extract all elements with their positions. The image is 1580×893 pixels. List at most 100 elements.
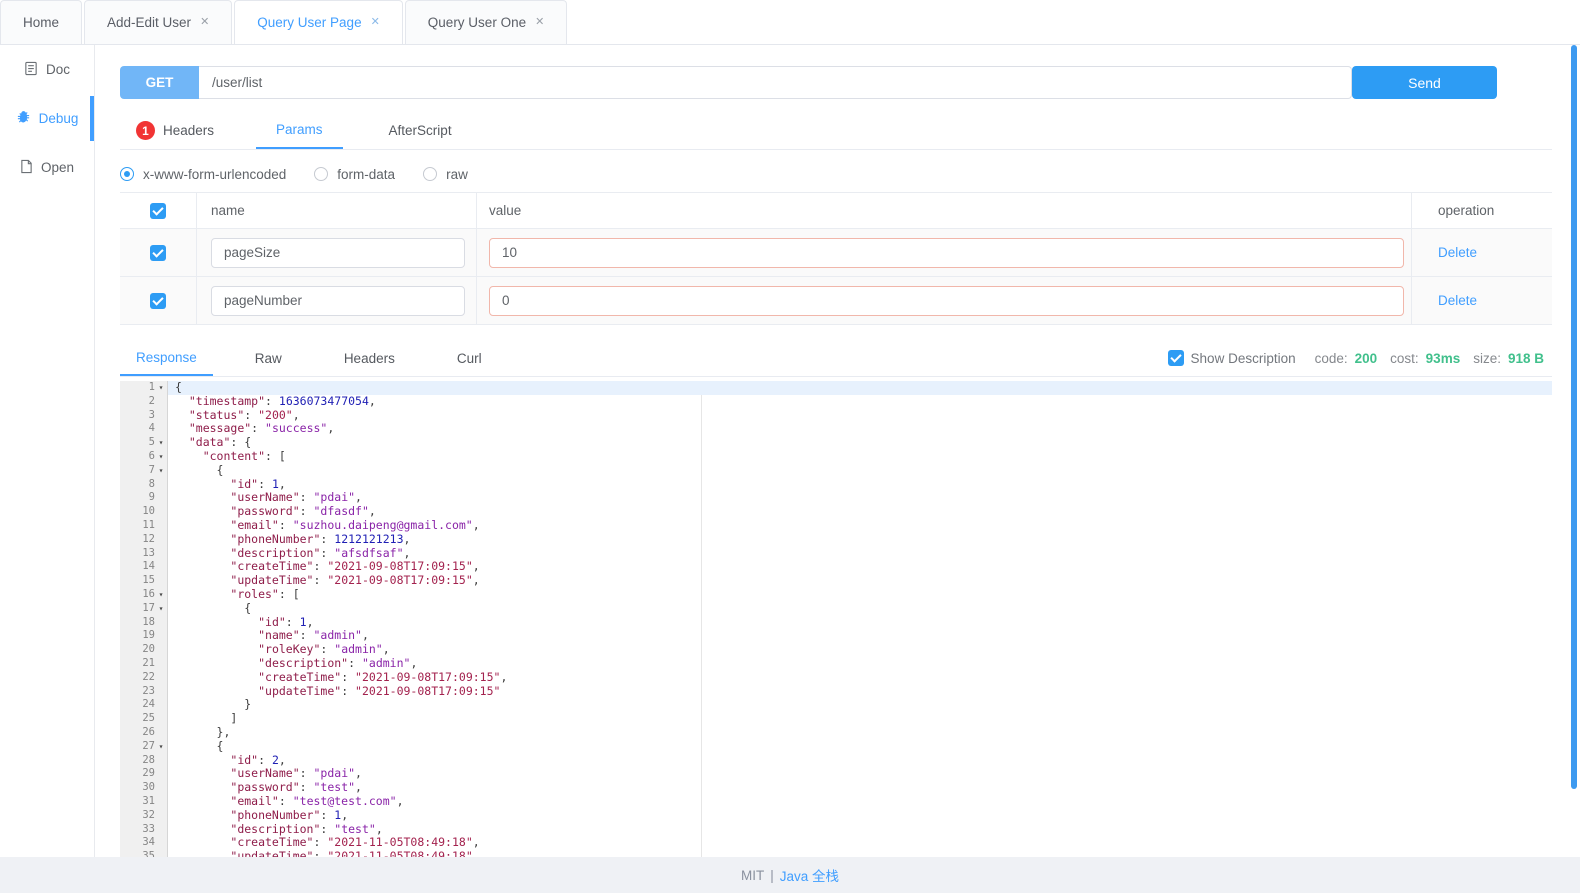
row-checkbox[interactable] xyxy=(150,293,166,309)
code-line[interactable]: 3 "status": "200", xyxy=(120,409,1552,423)
tab-params[interactable]: Params xyxy=(256,112,343,149)
sidebar-item-open[interactable]: Open xyxy=(0,143,94,192)
fold-arrow-icon[interactable]: ▾ xyxy=(155,450,167,464)
footer-separator: | xyxy=(770,868,774,883)
tab-label: Curl xyxy=(457,351,482,366)
close-icon[interactable]: ✕ xyxy=(371,17,380,28)
code-line[interactable]: 32 "phoneNumber": 1, xyxy=(120,809,1552,823)
line-number: 26 xyxy=(120,726,168,740)
code-line[interactable]: 7▾ { xyxy=(120,464,1552,478)
sidebar-item-doc[interactable]: Doc xyxy=(0,45,94,94)
code-line[interactable]: 13 "description": "afsdfsaf", xyxy=(120,547,1552,561)
code-line[interactable]: 27▾ { xyxy=(120,740,1552,754)
radio-raw[interactable]: raw xyxy=(423,167,468,182)
line-number: 29 xyxy=(120,767,168,781)
code-line[interactable]: 1▾{ xyxy=(120,381,1552,395)
code-line[interactable]: 6▾ "content": [ xyxy=(120,450,1552,464)
url-input[interactable] xyxy=(199,66,1352,99)
code-line[interactable]: 30 "password": "test", xyxy=(120,781,1552,795)
code-line[interactable]: 21 "description": "admin", xyxy=(120,657,1552,671)
tab-label: Response xyxy=(136,350,197,365)
tab-label: Headers xyxy=(344,351,395,366)
row-checkbox[interactable] xyxy=(150,245,166,261)
radio-icon xyxy=(120,167,134,181)
tab-add-edit-user[interactable]: Add-Edit User ✕ xyxy=(84,0,232,44)
tab-curl[interactable]: Curl xyxy=(437,340,502,376)
footer: MIT | Java 全栈 xyxy=(0,857,1580,893)
code-line[interactable]: 17▾ { xyxy=(120,602,1552,616)
tab-headers[interactable]: 1 Headers xyxy=(120,112,230,149)
code-line[interactable]: 23 "updateTime": "2021-09-08T17:09:15" xyxy=(120,685,1552,699)
line-number: 28 xyxy=(120,754,168,768)
fold-arrow-icon[interactable]: ▾ xyxy=(155,381,167,395)
select-all-checkbox[interactable] xyxy=(150,203,166,219)
code-line[interactable]: 35 "updateTime": "2021-11-05T08:49:18", xyxy=(120,850,1552,857)
code-line[interactable]: 16▾ "roles": [ xyxy=(120,588,1552,602)
tab-response[interactable]: Response xyxy=(120,340,213,376)
close-icon[interactable]: ✕ xyxy=(535,17,544,28)
fold-arrow-icon[interactable]: ▾ xyxy=(155,740,167,754)
status-code: 200 xyxy=(1355,351,1378,366)
sidebar: Doc Debug Open xyxy=(0,45,95,857)
show-description-checkbox[interactable] xyxy=(1168,350,1184,366)
code-line[interactable]: 33 "description": "test", xyxy=(120,823,1552,837)
code-line[interactable]: 31 "email": "test@test.com", xyxy=(120,795,1552,809)
tab-label: Query User One xyxy=(428,15,526,30)
scrollbar-thumb[interactable] xyxy=(1571,45,1577,789)
code-line[interactable]: 19 "name": "admin", xyxy=(120,629,1552,643)
fold-arrow-icon[interactable]: ▾ xyxy=(155,436,167,450)
code-line[interactable]: 24 } xyxy=(120,698,1552,712)
line-number: 5▾ xyxy=(120,436,168,450)
line-number: 13 xyxy=(120,547,168,561)
delete-button[interactable]: Delete xyxy=(1438,293,1477,308)
method-select[interactable]: GET xyxy=(120,66,199,99)
param-value-input[interactable] xyxy=(489,238,1404,268)
code-line[interactable]: 9 "userName": "pdai", xyxy=(120,491,1552,505)
code-line[interactable]: 22 "createTime": "2021-09-08T17:09:15", xyxy=(120,671,1552,685)
code-line[interactable]: 15 "updateTime": "2021-09-08T17:09:15", xyxy=(120,574,1552,588)
response-json-editor[interactable]: 1▾{2 "timestamp": 1636073477054,3 "statu… xyxy=(120,381,1552,857)
code-line[interactable]: 2 "timestamp": 1636073477054, xyxy=(120,395,1552,409)
code-line[interactable]: 11 "email": "suzhou.daipeng@gmail.com", xyxy=(120,519,1552,533)
fold-arrow-icon[interactable]: ▾ xyxy=(155,464,167,478)
tab-label: Home xyxy=(23,15,59,30)
code-label: code: xyxy=(1315,351,1348,366)
code-line[interactable]: 28 "id": 2, xyxy=(120,754,1552,768)
close-icon[interactable]: ✕ xyxy=(200,17,209,28)
fold-arrow-icon[interactable]: ▾ xyxy=(155,602,167,616)
code-line[interactable]: 4 "message": "success", xyxy=(120,422,1552,436)
code-line[interactable]: 25 ] xyxy=(120,712,1552,726)
code-line[interactable]: 29 "userName": "pdai", xyxy=(120,767,1552,781)
code-line[interactable]: 5▾ "data": { xyxy=(120,436,1552,450)
line-number: 35 xyxy=(120,850,168,857)
code-line[interactable]: 20 "roleKey": "admin", xyxy=(120,643,1552,657)
line-number: 24 xyxy=(120,698,168,712)
code-line[interactable]: 8 "id": 1, xyxy=(120,478,1552,492)
code-line[interactable]: 12 "phoneNumber": 1212121213, xyxy=(120,533,1552,547)
param-name-input[interactable] xyxy=(211,286,465,316)
param-value-input[interactable] xyxy=(489,286,1404,316)
radio-form-data[interactable]: form-data xyxy=(314,167,395,182)
code-line[interactable]: 26 }, xyxy=(120,726,1552,740)
size-label: size: xyxy=(1473,351,1501,366)
send-button[interactable]: Send xyxy=(1352,66,1497,99)
tab-raw[interactable]: Raw xyxy=(235,340,302,376)
tab-home[interactable]: Home xyxy=(0,0,82,44)
code-line[interactable]: 18 "id": 1, xyxy=(120,616,1552,630)
fold-arrow-icon[interactable]: ▾ xyxy=(155,588,167,602)
footer-link[interactable]: Java 全栈 xyxy=(780,865,839,885)
sidebar-item-debug[interactable]: Debug xyxy=(0,94,94,143)
tab-query-user-one[interactable]: Query User One ✕ xyxy=(405,0,568,44)
table-row: Delete xyxy=(120,277,1552,325)
param-name-input[interactable] xyxy=(211,238,465,268)
tab-label: AfterScript xyxy=(389,123,452,138)
delete-button[interactable]: Delete xyxy=(1438,245,1477,260)
tab-afterscript[interactable]: AfterScript xyxy=(369,112,472,149)
code-line[interactable]: 14 "createTime": "2021-09-08T17:09:15", xyxy=(120,560,1552,574)
radio-x-www-form-urlencoded[interactable]: x-www-form-urlencoded xyxy=(120,167,286,182)
code-line[interactable]: 34 "createTime": "2021-11-05T08:49:18", xyxy=(120,836,1552,850)
line-number: 21 xyxy=(120,657,168,671)
code-line[interactable]: 10 "password": "dfasdf", xyxy=(120,505,1552,519)
tab-query-user-page[interactable]: Query User Page ✕ xyxy=(234,0,403,44)
tab-resp-headers[interactable]: Headers xyxy=(324,340,415,376)
